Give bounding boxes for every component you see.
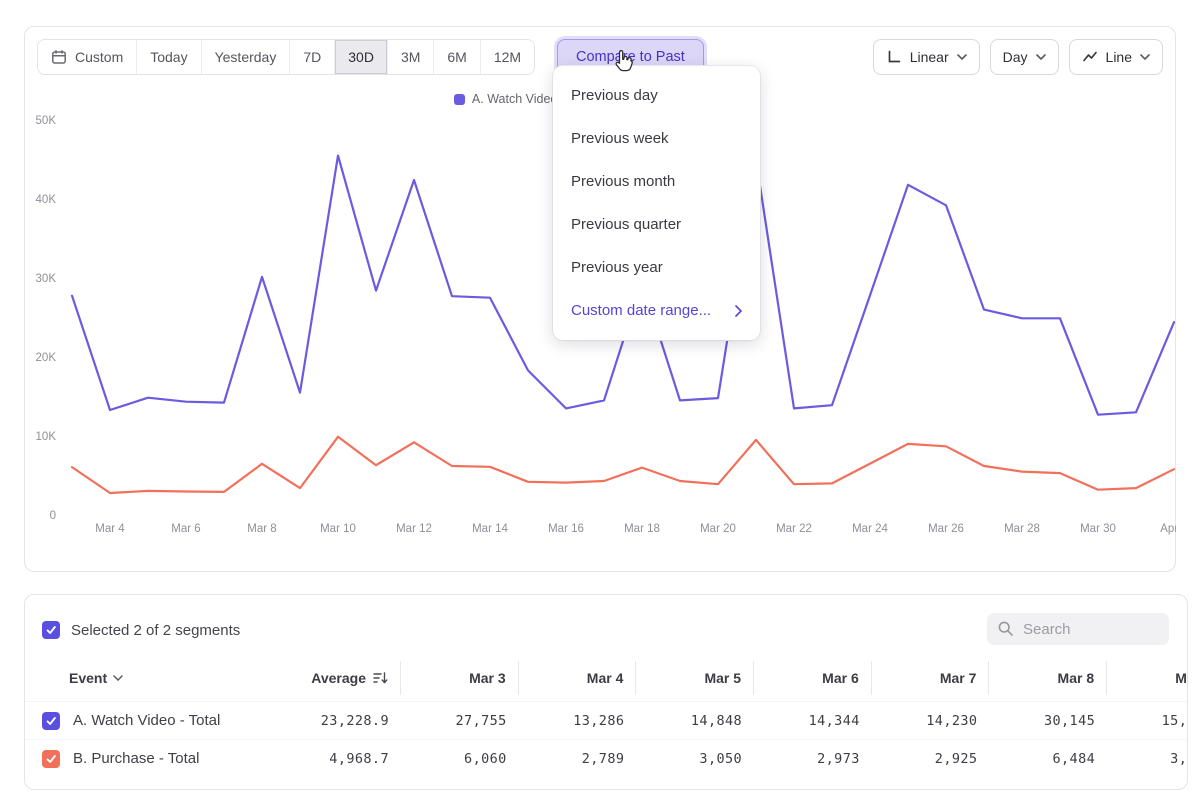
selected-segments-label: Selected 2 of 2 segments — [71, 622, 240, 639]
chevron-down-icon — [113, 675, 123, 681]
interval-dropdown[interactable]: Day — [990, 39, 1059, 75]
range-label: Custom — [75, 49, 123, 65]
svg-text:Mar 12: Mar 12 — [396, 523, 432, 535]
range-button-12m[interactable]: 12M — [480, 40, 534, 74]
cell-value: 15,096 — [1107, 702, 1188, 739]
axes-icon — [886, 49, 902, 65]
menu-item-previous-day[interactable]: Previous day — [553, 74, 760, 117]
cell-value: 2,973 — [754, 740, 872, 777]
check-icon — [45, 624, 57, 636]
scale-dropdown[interactable]: Linear — [873, 39, 980, 75]
svg-text:50K: 50K — [36, 115, 57, 127]
svg-text:10K: 10K — [36, 431, 57, 443]
cell-average: 4,968.7 — [261, 740, 401, 777]
table-header-row: Event Average Mar 3 Mar 4 Mar 5 Mar 6 Ma… — [25, 661, 1188, 695]
cell-value: 27,755 — [401, 702, 519, 739]
svg-text:Mar 24: Mar 24 — [852, 523, 888, 535]
cell-value: 14,344 — [754, 702, 872, 739]
menu-item-previous-week[interactable]: Previous week — [553, 117, 760, 160]
range-button-today[interactable]: Today — [136, 40, 200, 74]
svg-text:20K: 20K — [36, 352, 57, 364]
svg-text:Mar 28: Mar 28 — [1004, 523, 1040, 535]
range-button-yesterday[interactable]: Yesterday — [201, 40, 290, 74]
cell-value: 3,050 — [636, 740, 754, 777]
range-button-30d[interactable]: 30D — [334, 40, 387, 74]
chevron-down-icon — [1140, 54, 1150, 60]
segments-card: Selected 2 of 2 segments Event Average — [24, 594, 1188, 790]
chevron-right-icon — [735, 305, 742, 317]
compare-to-past-menu: Previous day Previous week Previous mont… — [553, 66, 760, 340]
svg-text:Mar 16: Mar 16 — [548, 523, 584, 535]
chart-options-group: Linear Day Line — [873, 39, 1163, 75]
date-column-header: Mar 6 — [754, 661, 872, 695]
cell-value: 3,365 — [1107, 740, 1188, 777]
cell-value: 2,789 — [519, 740, 637, 777]
search-input[interactable] — [1023, 621, 1153, 638]
svg-text:Mar 20: Mar 20 — [700, 523, 736, 535]
cell-value: 13,286 — [519, 702, 637, 739]
menu-item-previous-quarter[interactable]: Previous quarter — [553, 203, 760, 246]
select-all-checkbox[interactable] — [42, 621, 60, 639]
menu-item-custom-date-range[interactable]: Custom date range... — [553, 289, 760, 332]
date-column-header: Mar 8 — [989, 661, 1107, 695]
check-icon — [45, 715, 57, 727]
segment-label: B. Purchase - Total — [73, 750, 199, 767]
row-checkbox[interactable] — [42, 712, 60, 730]
table-row[interactable]: A. Watch Video - Total 23,228.9 27,755 1… — [25, 701, 1188, 739]
range-button-7d[interactable]: 7D — [289, 40, 334, 74]
svg-text:40K: 40K — [36, 194, 57, 206]
search-icon — [997, 620, 1015, 638]
date-range-group: Custom Today Yesterday 7D 30D 3M 6M 12M — [37, 39, 535, 75]
search-box — [987, 613, 1169, 645]
date-column-header: Mar 4 — [519, 661, 637, 695]
svg-text:Mar 10: Mar 10 — [320, 523, 356, 535]
date-column-header: Mar 9 — [1107, 661, 1188, 695]
svg-text:Mar 14: Mar 14 — [472, 523, 508, 535]
range-button-6m[interactable]: 6M — [433, 40, 479, 74]
cell-value: 6,060 — [401, 740, 519, 777]
series-a-swatch — [454, 94, 465, 105]
calendar-icon — [51, 49, 67, 65]
row-checkbox[interactable] — [42, 750, 60, 768]
chevron-down-icon — [1036, 54, 1046, 60]
cell-value: 30,145 — [989, 702, 1107, 739]
svg-text:Apr 1: Apr 1 — [1160, 523, 1176, 535]
chart-type-dropdown[interactable]: Line — [1069, 39, 1163, 75]
date-column-header: Mar 5 — [636, 661, 754, 695]
cell-value: 2,925 — [872, 740, 990, 777]
svg-text:Mar 30: Mar 30 — [1080, 523, 1116, 535]
cell-average: 23,228.9 — [261, 702, 401, 739]
segment-label: A. Watch Video - Total — [73, 712, 220, 729]
svg-text:Mar 6: Mar 6 — [171, 523, 200, 535]
svg-text:Mar 26: Mar 26 — [928, 523, 964, 535]
svg-text:0: 0 — [50, 510, 56, 522]
svg-text:Mar 8: Mar 8 — [247, 523, 276, 535]
event-column-header[interactable]: Event — [25, 661, 261, 695]
menu-item-previous-month[interactable]: Previous month — [553, 160, 760, 203]
svg-text:Mar 18: Mar 18 — [624, 523, 660, 535]
check-icon — [45, 753, 57, 765]
range-button-3m[interactable]: 3M — [387, 40, 433, 74]
date-column-header: Mar 7 — [872, 661, 990, 695]
date-column-header: Mar 3 — [401, 661, 519, 695]
chevron-down-icon — [957, 54, 967, 60]
table-row[interactable]: B. Purchase - Total 4,968.7 6,060 2,789 … — [25, 739, 1188, 777]
menu-item-previous-year[interactable]: Previous year — [553, 246, 760, 289]
cell-value: 14,848 — [636, 702, 754, 739]
range-button-custom[interactable]: Custom — [38, 40, 136, 74]
svg-text:30K: 30K — [36, 273, 57, 285]
cell-value: 14,230 — [872, 702, 990, 739]
segments-header: Selected 2 of 2 segments — [42, 621, 240, 639]
svg-text:Mar 4: Mar 4 — [95, 523, 125, 535]
average-column-header[interactable]: Average — [261, 661, 401, 695]
sort-descending-icon — [373, 671, 388, 685]
cell-value: 6,484 — [989, 740, 1107, 777]
line-chart-icon — [1082, 49, 1098, 65]
svg-text:Mar 22: Mar 22 — [776, 523, 812, 535]
